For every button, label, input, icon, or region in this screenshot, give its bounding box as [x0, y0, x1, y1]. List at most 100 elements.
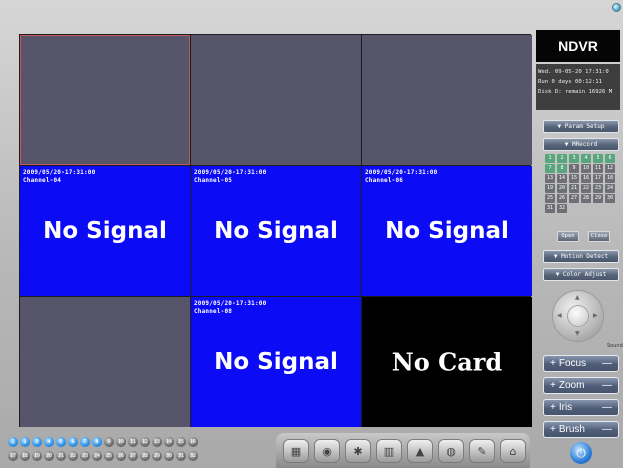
channel-select-button[interactable]: 9	[104, 437, 114, 447]
channel-select-button[interactable]: 6	[68, 437, 78, 447]
channel-select-button[interactable]: 14	[164, 437, 174, 447]
param-setup-button[interactable]: ▼ Param Setup	[543, 120, 619, 133]
ptz-center-button[interactable]	[568, 306, 588, 326]
channel-select-button[interactable]: 11	[128, 437, 138, 447]
zoom-minus-button[interactable]: —	[602, 380, 612, 391]
video-cell[interactable]	[362, 35, 532, 165]
video-cell[interactable]: 2009/05/20-17:31:00 Channel-05 No Signal	[191, 166, 361, 296]
channel-select-button[interactable]: 23	[80, 451, 90, 461]
snapshot-button[interactable]: ▲	[408, 440, 432, 462]
channel-select-button[interactable]: 18	[20, 451, 30, 461]
record-channel-toggle[interactable]: 25	[545, 194, 555, 203]
channel-select-button[interactable]: 19	[32, 451, 42, 461]
channel-select-button[interactable]: 17	[8, 451, 18, 461]
edit-button[interactable]: ✎	[470, 440, 494, 462]
brush-control: + Brush —	[543, 421, 619, 438]
record-channel-toggle[interactable]: 13	[545, 174, 555, 183]
record-channel-toggle[interactable]: 23	[593, 184, 603, 193]
record-channel-toggle[interactable]: 6	[605, 154, 615, 163]
video-cell[interactable]: 2009/05/20-17:31:00 Channel-08 No Signal	[191, 297, 361, 427]
channel-select-button[interactable]: 27	[128, 451, 138, 461]
channel-select-button[interactable]: 21	[56, 451, 66, 461]
video-cell[interactable]	[20, 35, 190, 165]
record-channel-toggle[interactable]: 9	[569, 164, 579, 173]
record-channel-toggle[interactable]: 26	[557, 194, 567, 203]
record-channel-toggle[interactable]: 24	[605, 184, 615, 193]
channel-select-button[interactable]: 5	[56, 437, 66, 447]
channel-select-button[interactable]: 7	[80, 437, 90, 447]
ptz-down-icon[interactable]: ▼	[575, 331, 580, 337]
channel-select-button[interactable]: 31	[176, 451, 186, 461]
iris-minus-button[interactable]: —	[602, 402, 612, 413]
channel-select-button[interactable]: 3	[32, 437, 42, 447]
record-channel-toggle[interactable]: 31	[545, 204, 555, 213]
layout-button[interactable]: ▦	[284, 440, 308, 462]
open-button[interactable]: Open	[557, 231, 579, 242]
channel-select-button[interactable]: 15	[176, 437, 186, 447]
close-button[interactable]: Close	[588, 231, 610, 242]
video-cell[interactable]: 2009/05/20-17:31:00 Channel-06 No Signal	[362, 166, 532, 296]
video-cell[interactable]	[191, 35, 361, 165]
record-channel-toggle[interactable]: 14	[557, 174, 567, 183]
record-channel-toggle[interactable]: 32	[557, 204, 567, 213]
split-button[interactable]: ▥	[377, 440, 401, 462]
video-cell[interactable]: No Card	[362, 297, 532, 427]
record-channel-toggle[interactable]: 27	[569, 194, 579, 203]
motion-detect-button[interactable]: ▼ Motion Detect	[543, 250, 619, 263]
record-channel-toggle[interactable]: 3	[569, 154, 579, 163]
record-channel-toggle[interactable]: 12	[605, 164, 615, 173]
record-channel-toggle[interactable]: 10	[581, 164, 591, 173]
playback-button[interactable]: ◉	[315, 440, 339, 462]
record-channel-toggle[interactable]: 7	[545, 164, 555, 173]
video-cell[interactable]: 2009/05/20-17:31:00 Channel-04 No Signal	[20, 166, 190, 296]
channel-select-button[interactable]: 24	[92, 451, 102, 461]
record-channel-toggle[interactable]: 16	[581, 174, 591, 183]
record-channel-toggle[interactable]: 15	[569, 174, 579, 183]
brush-minus-button[interactable]: —	[602, 424, 612, 435]
lock-button[interactable]: ⌂	[501, 440, 525, 462]
ptz-left-icon[interactable]: ◀	[557, 313, 562, 319]
record-channel-toggle[interactable]: 30	[605, 194, 615, 203]
channel-select-button[interactable]: 4	[44, 437, 54, 447]
channel-select-button[interactable]: 12	[140, 437, 150, 447]
record-channel-toggle[interactable]: 4	[581, 154, 591, 163]
record-button[interactable]: ▼ MRecord	[543, 138, 619, 151]
channel-select-button[interactable]: 10	[116, 437, 126, 447]
channel-select-button[interactable]: 22	[68, 451, 78, 461]
ptz-up-icon[interactable]: ▲	[575, 295, 580, 301]
channel-select-button[interactable]: 2	[20, 437, 30, 447]
channel-select-button[interactable]: 26	[116, 451, 126, 461]
record-channel-toggle[interactable]: 17	[593, 174, 603, 183]
record-channel-toggle[interactable]: 22	[581, 184, 591, 193]
power-button[interactable]: ⏻	[570, 442, 592, 464]
channel-select-button[interactable]: 25	[104, 451, 114, 461]
record-channel-toggle[interactable]: 18	[605, 174, 615, 183]
color-adjust-button[interactable]: ▼ Color Adjust	[543, 268, 619, 281]
record-channel-toggle[interactable]: 28	[581, 194, 591, 203]
info-icon[interactable]	[612, 3, 621, 12]
focus-minus-button[interactable]: —	[602, 358, 612, 369]
channel-select-button[interactable]: 28	[140, 451, 150, 461]
channel-select-button[interactable]: 13	[152, 437, 162, 447]
ptz-right-icon[interactable]: ▶	[593, 313, 598, 319]
record-channel-toggle[interactable]: 11	[593, 164, 603, 173]
config-button[interactable]: ◍	[439, 440, 463, 462]
channel-select-button[interactable]: 30	[164, 451, 174, 461]
channel-select-button[interactable]: 20	[44, 451, 54, 461]
record-channel-toggle[interactable]: 19	[545, 184, 555, 193]
channel-select-button[interactable]: 29	[152, 451, 162, 461]
video-cell[interactable]	[20, 297, 190, 427]
record-channel-toggle[interactable]: 2	[557, 154, 567, 163]
channel-select-button[interactable]: 8	[92, 437, 102, 447]
channel-select-button[interactable]: 16	[188, 437, 198, 447]
record-channel-toggle[interactable]: 21	[569, 184, 579, 193]
ptz-dial[interactable]: ▲ ▼ ◀ ▶	[553, 291, 603, 341]
record-channel-toggle[interactable]: 20	[557, 184, 567, 193]
search-button[interactable]: ✱	[346, 440, 370, 462]
record-channel-toggle[interactable]: 5	[593, 154, 603, 163]
record-channel-toggle[interactable]: 1	[545, 154, 555, 163]
record-channel-toggle[interactable]: 8	[557, 164, 567, 173]
channel-select-button[interactable]: 1	[8, 437, 18, 447]
record-channel-toggle[interactable]: 29	[593, 194, 603, 203]
channel-select-button[interactable]: 32	[188, 451, 198, 461]
